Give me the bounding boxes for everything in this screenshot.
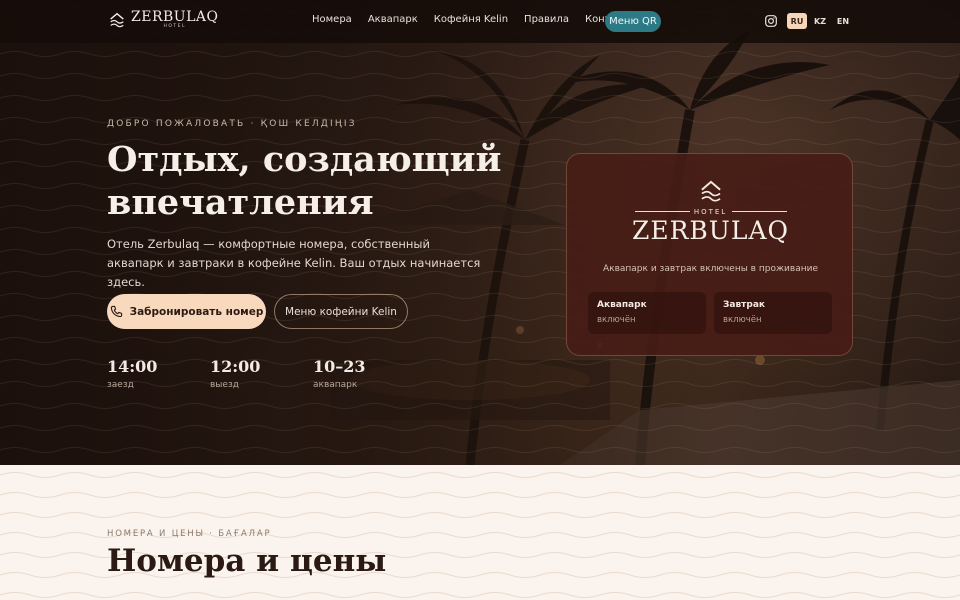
- lang-en-button[interactable]: EN: [834, 13, 852, 29]
- feature-aquapark: Аквапарк включён: [588, 292, 706, 334]
- feature-aquapark-title: Аквапарк: [597, 300, 647, 310]
- stat-aquapark-label: аквапарк: [313, 380, 358, 390]
- logo-subtitle: HOTEL: [163, 24, 186, 29]
- hotel-logo[interactable]: ZERBULAQ HOTEL: [108, 10, 218, 30]
- stat-aquapark-value: 10–23: [313, 357, 366, 376]
- wave-line: [0, 403, 960, 409]
- instagram-icon[interactable]: [765, 15, 777, 27]
- phone-icon: [110, 305, 122, 318]
- nav-link-aquapark[interactable]: Аквапарк: [368, 14, 418, 25]
- feature-breakfast: Завтрак включён: [714, 292, 832, 334]
- stat-checkin-label: заезд: [107, 380, 134, 390]
- nav-link-rooms[interactable]: Номера: [312, 14, 352, 25]
- card-tagline: Аквапарк и завтрак включены в проживание: [603, 264, 818, 274]
- stat-checkout: 12:00 выезд: [210, 357, 260, 390]
- wave-line: [0, 512, 960, 518]
- hotel-logo-icon: [110, 12, 124, 28]
- lang-kz-button[interactable]: KZ: [811, 13, 829, 29]
- hotel-card: HOTEL ZERBULAQ Аквапарк и завтрак включе…: [566, 153, 853, 356]
- hero-lead: Отель Zerbulaq — комфортные номера, собс…: [107, 237, 481, 289]
- book-room-button[interactable]: Забронировать номер: [107, 294, 266, 329]
- rooms-eyebrow: НОМЕРА И ЦЕНЫ · БАҒАЛАР: [107, 529, 272, 539]
- main-menu: Номера Аквапарк Кофейня Kelin Правила Ко…: [312, 14, 636, 25]
- wave-line: [0, 425, 960, 431]
- hero-eyebrow: ДОБРО ПОЖАЛОВАТЬ · ҚОШ КЕЛДІҢІЗ: [107, 119, 357, 129]
- hero-section: ZERBULAQ HOTEL Номера Аквапарк Кофейня K…: [0, 0, 960, 465]
- cafe-menu-button[interactable]: Меню кофейни Kelin: [274, 294, 408, 329]
- menu-qr-button[interactable]: Меню QR: [605, 11, 661, 32]
- hero-headline: Отдых, создающий впечатления: [107, 139, 502, 223]
- wave-line: [0, 73, 960, 79]
- feature-breakfast-status: включён: [723, 315, 762, 325]
- stat-checkout-value: 12:00: [210, 357, 261, 376]
- wave-line: [0, 592, 960, 598]
- card-hotel-label: HOTEL: [693, 208, 728, 216]
- top-nav: ZERBULAQ HOTEL Номера Аквапарк Кофейня K…: [0, 0, 960, 43]
- logo-wordmark: ZERBULAQ: [131, 9, 219, 25]
- feature-aquapark-status: включён: [597, 315, 636, 325]
- card-rule-right: [732, 211, 787, 212]
- rooms-section: НОМЕРА И ЦЕНЫ · БАҒАЛАР Номера и цены: [0, 465, 960, 600]
- card-brand: ZERBULAQ: [631, 216, 790, 245]
- wave-line: [0, 95, 960, 101]
- nav-link-rules[interactable]: Правила: [524, 14, 569, 25]
- wave-line: [0, 447, 960, 453]
- stat-checkout-label: выезд: [210, 380, 239, 390]
- stat-checkin-value: 14:00: [107, 357, 158, 376]
- wave-line: [0, 472, 960, 478]
- lang-ru-button[interactable]: RU: [787, 13, 807, 29]
- rooms-title: Номера и цены: [107, 543, 387, 579]
- stat-aquapark: 10–23 аквапарк: [313, 357, 366, 390]
- nav-link-cafe[interactable]: Кофейня Kelin: [434, 14, 508, 25]
- hotel-logo-icon: [701, 180, 721, 202]
- wave-line: [0, 492, 960, 498]
- stat-checkin: 14:00 заезд: [107, 357, 157, 390]
- book-room-label: Забронировать номер: [129, 305, 264, 318]
- wave-line: [0, 51, 960, 57]
- feature-breakfast-title: Завтрак: [723, 300, 766, 310]
